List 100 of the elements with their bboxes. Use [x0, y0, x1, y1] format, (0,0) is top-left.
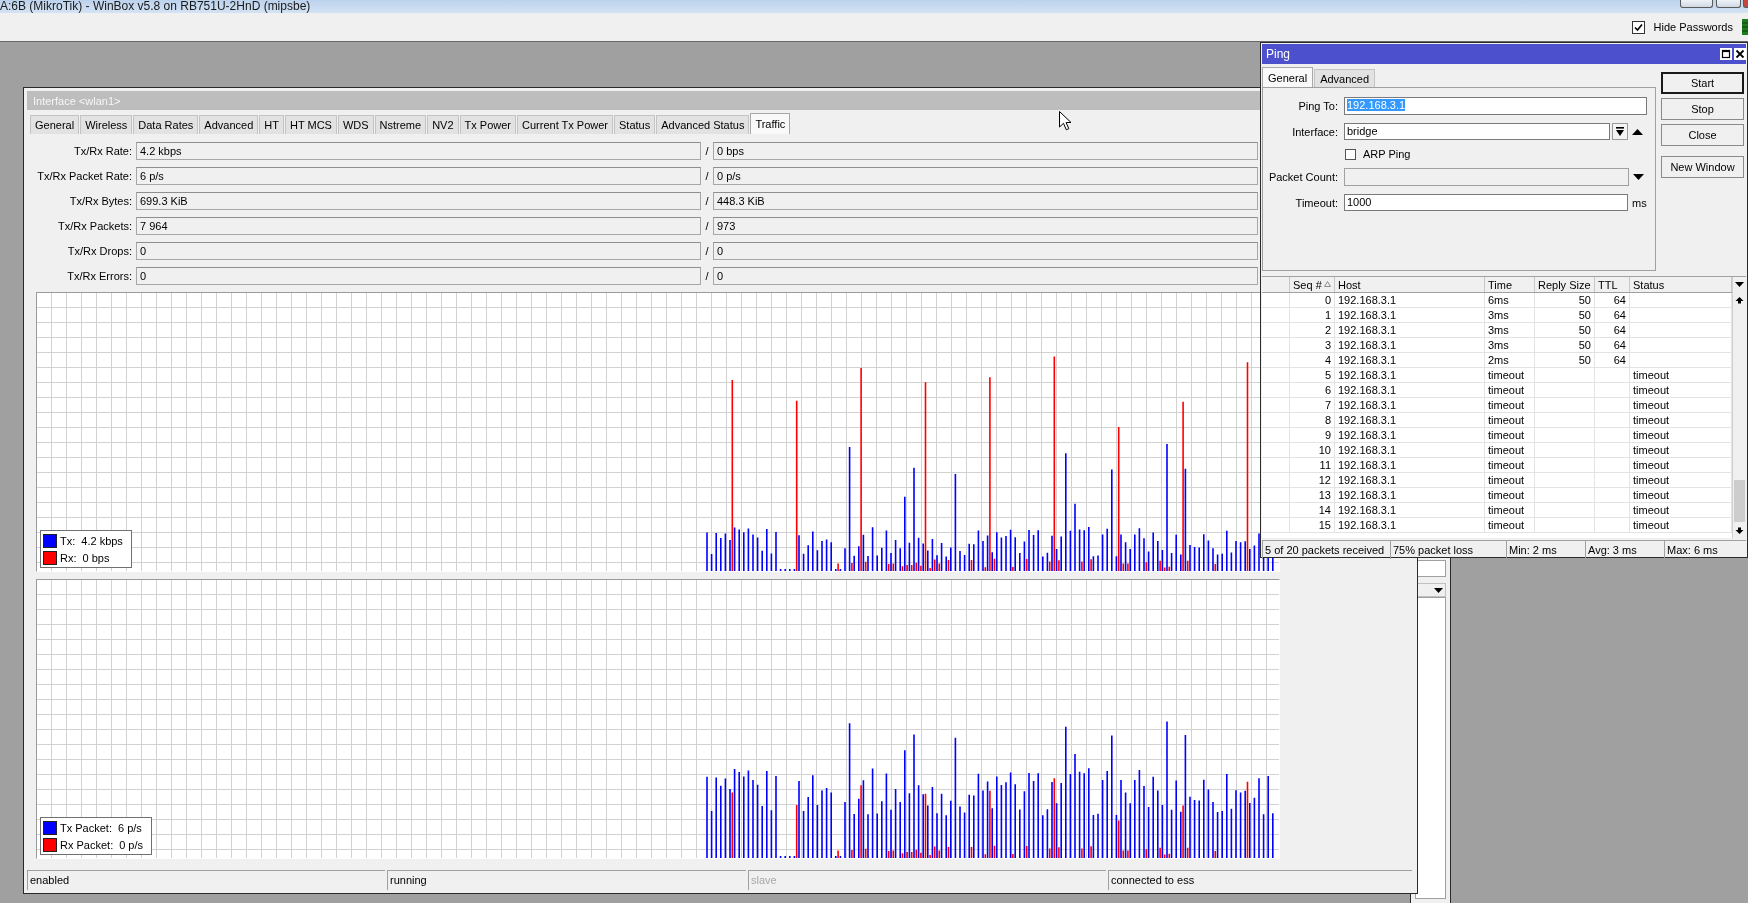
window-title: Interface <wlan1> — [33, 94, 121, 107]
value-field: 7 964 — [136, 217, 701, 235]
field-label: Tx/Rx Bytes: — [68, 194, 133, 209]
field-label: Interface: — [1291, 125, 1338, 138]
value-field: 699.3 KiB — [136, 192, 701, 210]
table-cell — [1535, 458, 1595, 473]
status-field: Min: 2 ms — [1506, 540, 1585, 559]
legend-value: 6 p/s — [117, 821, 142, 834]
column-header[interactable]: TTL — [1595, 277, 1630, 292]
window-title: Ping — [1266, 47, 1291, 61]
interface-field[interactable]: bridge — [1344, 123, 1610, 140]
table-cell — [1262, 338, 1290, 353]
table-cell: 10 — [1290, 443, 1335, 458]
table-cell — [1262, 383, 1290, 398]
tab[interactable]: NV2 — [427, 115, 459, 134]
table-cell — [1595, 398, 1630, 413]
tab[interactable]: Wireless — [80, 115, 133, 134]
close-icon[interactable] — [1734, 48, 1746, 60]
table-cell: timeout — [1485, 488, 1535, 503]
column-header[interactable]: Time — [1485, 277, 1535, 292]
tab[interactable]: Nstreme — [374, 115, 427, 134]
table-cell — [1595, 458, 1630, 473]
tab[interactable]: General — [1262, 67, 1314, 87]
checkbox-label: Hide Passwords — [1653, 21, 1733, 33]
table-cell: 192.168.3.1 — [1335, 458, 1485, 473]
status-field: 75% packet loss — [1390, 540, 1506, 559]
dropdown-button[interactable] — [1612, 123, 1628, 140]
table-cell — [1535, 473, 1595, 488]
value-field: 0 — [136, 242, 701, 260]
action-button[interactable]: Stop — [1661, 98, 1744, 120]
tab[interactable]: Traffic — [750, 113, 791, 134]
table-cell — [1535, 488, 1595, 503]
table-cell — [1262, 293, 1290, 308]
status-field: running — [387, 870, 746, 890]
tab[interactable]: WDS — [337, 115, 374, 134]
table-cell: 192.168.3.1 — [1335, 398, 1485, 413]
table-cell — [1262, 443, 1290, 458]
separator: / — [704, 219, 710, 234]
legend-label: Rx: — [60, 551, 77, 564]
table-cell — [1595, 503, 1630, 518]
tab[interactable]: Current Tx Power — [517, 115, 614, 134]
tab[interactable]: Data Rates — [133, 115, 199, 134]
restore-button[interactable] — [1716, 0, 1741, 8]
separator: / — [704, 269, 710, 284]
table-cell: 12 — [1290, 473, 1335, 488]
table-cell — [1262, 353, 1290, 368]
separator: / — [704, 144, 710, 159]
column-header[interactable]: Seq # — [1290, 277, 1335, 292]
hide-passwords-checkbox[interactable] — [1631, 20, 1645, 34]
field-label: Ping To: — [1297, 100, 1338, 112]
dropdown-icon — [1616, 127, 1624, 136]
tab[interactable]: HT — [259, 115, 284, 134]
legend-value: 0 p/s — [119, 838, 144, 851]
table-cell: 192.168.3.1 — [1335, 488, 1485, 503]
up-arrow-icon[interactable] — [1632, 128, 1643, 135]
table-cell: 3 — [1290, 338, 1335, 353]
meter-icon — [1742, 19, 1748, 35]
separator: / — [704, 244, 710, 259]
table-cell — [1262, 308, 1290, 323]
table-cell: 3ms — [1485, 308, 1535, 323]
cursor-icon — [1059, 111, 1072, 131]
table-cell: 64 — [1595, 323, 1630, 338]
value-field: 0 bps — [713, 142, 1258, 160]
arp-ping-checkbox[interactable] — [1345, 148, 1356, 160]
table-cell: 192.168.3.1 — [1335, 368, 1485, 383]
down-arrow-icon[interactable] — [1633, 174, 1644, 180]
table-cell — [1595, 443, 1630, 458]
separator: / — [704, 169, 710, 184]
tab[interactable]: Advanced Status — [656, 115, 750, 134]
status-field: slave — [748, 870, 1106, 890]
minimize-button[interactable] — [1680, 0, 1713, 8]
table-cell: 64 — [1595, 353, 1630, 368]
value-field: 4.2 kbps — [136, 142, 701, 160]
packet-count-field[interactable] — [1344, 168, 1629, 186]
table-cell — [1262, 473, 1290, 488]
legend-value: 0 bps — [82, 551, 110, 564]
tab[interactable]: Status — [614, 115, 656, 134]
table-cell: 11 — [1290, 458, 1335, 473]
column-header[interactable]: Host — [1335, 277, 1485, 292]
table-cell: timeout — [1485, 398, 1535, 413]
action-button[interactable]: Close — [1661, 124, 1744, 146]
table-cell: 7 — [1290, 398, 1335, 413]
tab[interactable]: Advanced — [1314, 69, 1376, 87]
column-header[interactable]: Reply Size — [1535, 277, 1595, 292]
action-button[interactable]: New Window — [1661, 156, 1744, 178]
maximize-icon[interactable] — [1720, 48, 1732, 60]
timeout-field[interactable]: 1000 — [1344, 194, 1628, 211]
table-cell — [1262, 428, 1290, 443]
table-cell: 3ms — [1485, 338, 1535, 353]
tab[interactable]: HT MCS — [284, 115, 337, 134]
table-cell: 192.168.3.1 — [1335, 338, 1485, 353]
tab[interactable]: Tx Power — [459, 115, 517, 134]
table-cell — [1595, 473, 1630, 488]
status-field: enabled — [27, 870, 385, 890]
table-cell: 50 — [1535, 323, 1595, 338]
table-cell — [1262, 503, 1290, 518]
tab[interactable]: General — [30, 115, 80, 134]
tab[interactable]: Advanced — [199, 115, 259, 134]
table-cell: timeout — [1485, 518, 1535, 533]
action-button[interactable]: Start — [1661, 72, 1744, 94]
